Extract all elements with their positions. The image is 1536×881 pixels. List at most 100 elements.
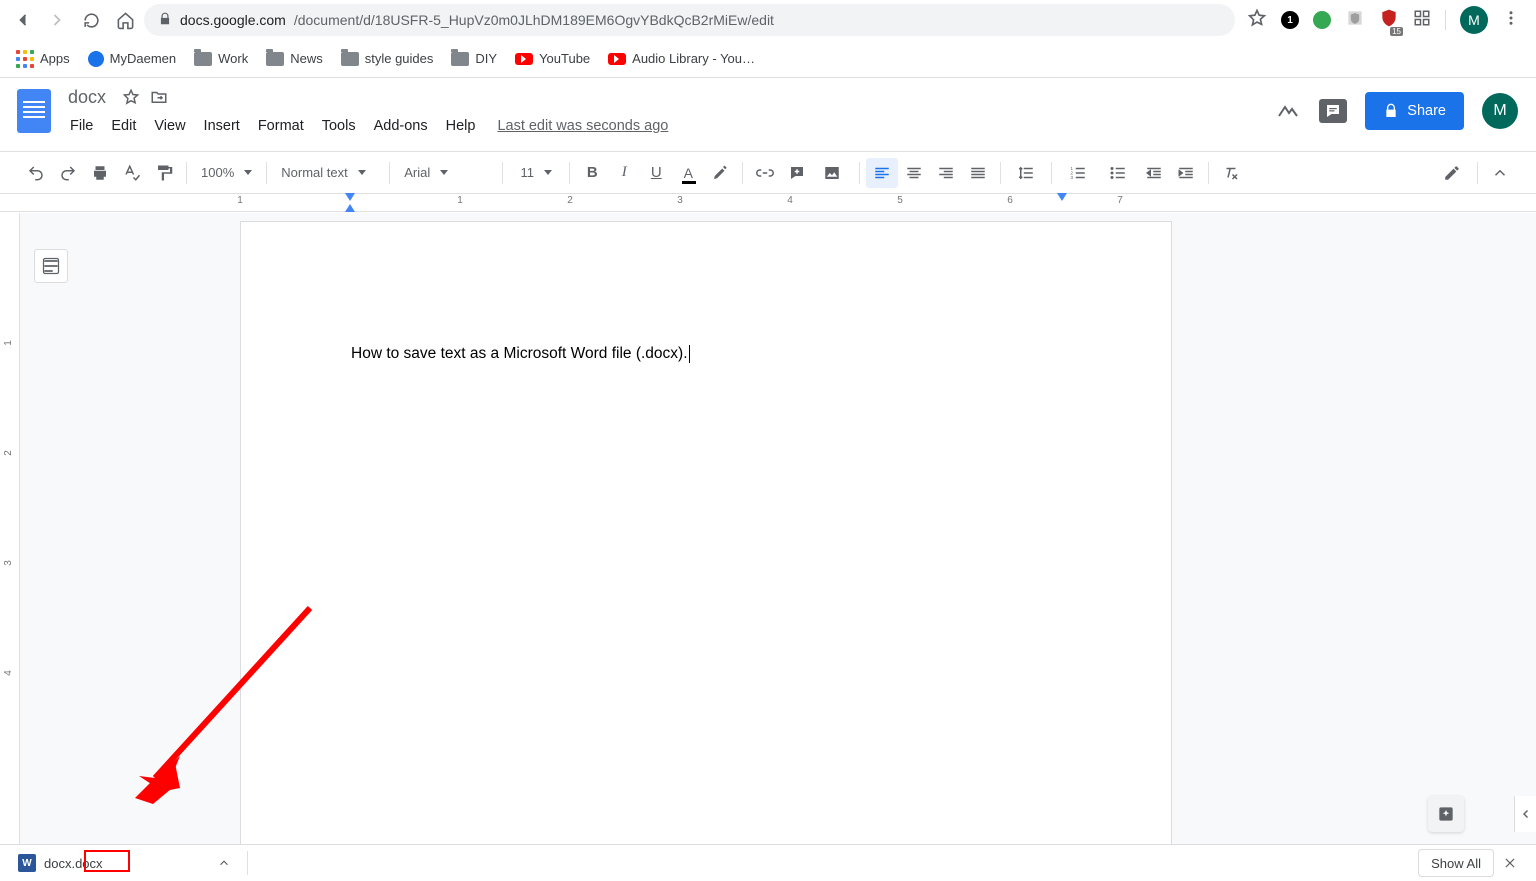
bookmark-youtube[interactable]: YouTube — [515, 51, 590, 66]
text-cursor — [689, 345, 690, 363]
download-options-button[interactable] — [211, 850, 237, 876]
undo-button[interactable] — [20, 158, 52, 188]
url-path: /document/d/18USFR-5_HupVz0m0JLhDM189EM6… — [294, 12, 774, 28]
separator — [1477, 162, 1478, 184]
bookmark-audio-library[interactable]: Audio Library - You… — [608, 51, 755, 66]
decrease-indent-button[interactable] — [1138, 158, 1170, 188]
formatting-toolbar: 100% Normal text Arial 11 B I U A 123 — [0, 152, 1536, 194]
line-spacing-button[interactable] — [1007, 158, 1045, 188]
nav-forward-button[interactable] — [42, 5, 72, 35]
youtube-icon — [608, 53, 626, 65]
show-side-panel-button[interactable] — [1514, 796, 1536, 832]
folder-icon — [194, 52, 212, 66]
menu-format[interactable]: Format — [250, 114, 312, 138]
download-item[interactable]: W docx.docx — [10, 848, 111, 878]
page[interactable]: How to save text as a Microsoft Word fil… — [240, 221, 1172, 844]
bulleted-list-button[interactable] — [1098, 158, 1138, 188]
share-button[interactable]: Share — [1365, 92, 1464, 130]
bookmark-diy[interactable]: DIY — [451, 51, 497, 66]
chrome-menu-icon[interactable] — [1502, 9, 1520, 32]
redo-button[interactable] — [52, 158, 84, 188]
nav-reload-button[interactable] — [76, 5, 106, 35]
bookmark-work[interactable]: Work — [194, 51, 248, 66]
extension-ublock-icon[interactable]: 15 — [1379, 8, 1399, 33]
profile-avatar[interactable]: M — [1460, 6, 1488, 34]
insert-comment-button[interactable] — [781, 158, 813, 188]
separator — [742, 162, 743, 184]
menu-insert[interactable]: Insert — [196, 114, 248, 138]
document-body[interactable]: How to save text as a Microsoft Word fil… — [241, 222, 1171, 365]
account-avatar[interactable]: M — [1482, 93, 1518, 129]
show-outline-button[interactable] — [34, 249, 68, 283]
spellcheck-button[interactable] — [116, 158, 148, 188]
horizontal-ruler[interactable]: 1 1 2 3 4 5 6 7 — [0, 194, 1536, 212]
nav-back-button[interactable] — [8, 5, 38, 35]
align-left-button[interactable] — [866, 158, 898, 188]
align-center-button[interactable] — [898, 158, 930, 188]
vertical-ruler[interactable]: 1 2 3 4 — [0, 213, 20, 844]
word-file-icon: W — [18, 854, 36, 872]
last-edit-link[interactable]: Last edit was seconds ago — [497, 118, 668, 134]
apps-shortcut[interactable]: Apps — [16, 50, 70, 68]
align-right-button[interactable] — [930, 158, 962, 188]
docs-header: docx File Edit View Insert Format Tools … — [0, 78, 1536, 152]
download-shelf: W docx.docx Show All — [0, 844, 1536, 881]
extension-dot-green[interactable] — [1313, 11, 1331, 29]
bookmark-mydaemen[interactable]: MyDaemen — [88, 51, 176, 67]
clear-formatting-button[interactable] — [1215, 158, 1247, 188]
menu-edit[interactable]: Edit — [103, 114, 144, 138]
activity-icon[interactable] — [1275, 98, 1301, 124]
font-family-select[interactable]: Arial — [396, 158, 496, 188]
indent-marker-bottom-icon[interactable] — [345, 204, 355, 212]
nav-home-button[interactable] — [110, 5, 140, 35]
bookmark-style-guides[interactable]: style guides — [341, 51, 434, 66]
docs-logo[interactable] — [14, 84, 54, 138]
document-canvas: 1 2 3 4 How to save text as a Microsoft … — [0, 213, 1536, 844]
menu-help[interactable]: Help — [438, 114, 484, 138]
bold-button[interactable]: B — [576, 158, 608, 188]
zoom-select[interactable]: 100% — [193, 158, 260, 188]
text-color-button[interactable]: A — [672, 158, 704, 188]
editing-mode-select[interactable] — [1437, 164, 1471, 182]
indent-marker-top-icon[interactable] — [345, 193, 355, 201]
font-size-select[interactable]: 11 — [509, 158, 563, 188]
separator — [186, 162, 187, 184]
insert-link-button[interactable] — [749, 158, 781, 188]
extension-badge-1[interactable]: 1 — [1281, 11, 1299, 29]
numbered-list-button[interactable]: 123 — [1058, 158, 1098, 188]
paint-format-button[interactable] — [148, 158, 180, 188]
divider — [1445, 10, 1446, 30]
chevron-down-icon — [440, 170, 448, 175]
move-folder-icon[interactable] — [150, 88, 168, 106]
increase-indent-button[interactable] — [1170, 158, 1202, 188]
expand-toolbar-button[interactable] — [1484, 158, 1516, 188]
show-all-downloads-button[interactable]: Show All — [1418, 849, 1494, 877]
extensions-list-icon[interactable] — [1413, 9, 1431, 32]
omnibox[interactable]: docs.google.com/document/d/18USFR-5_HupV… — [144, 4, 1235, 36]
highlight-button[interactable] — [704, 158, 736, 188]
explore-button[interactable] — [1428, 796, 1464, 832]
url-host: docs.google.com — [180, 12, 286, 28]
italic-button[interactable]: I — [608, 158, 640, 188]
comments-icon[interactable] — [1319, 99, 1347, 123]
menu-addons[interactable]: Add-ons — [366, 114, 436, 138]
lock-icon — [1383, 103, 1399, 119]
menu-file[interactable]: File — [62, 114, 101, 138]
paragraph-style-select[interactable]: Normal text — [273, 158, 383, 188]
insert-image-button[interactable] — [813, 158, 853, 188]
separator — [1000, 162, 1001, 184]
extension-shield-icon[interactable] — [1345, 8, 1365, 33]
document-title[interactable]: docx — [62, 85, 112, 110]
star-icon[interactable] — [122, 88, 140, 106]
bookmark-news[interactable]: News — [266, 51, 323, 66]
right-indent-marker-icon[interactable] — [1057, 193, 1067, 201]
menu-tools[interactable]: Tools — [314, 114, 364, 138]
underline-button[interactable]: U — [640, 158, 672, 188]
align-justify-button[interactable] — [962, 158, 994, 188]
menu-view[interactable]: View — [146, 114, 193, 138]
close-shelf-button[interactable] — [1494, 856, 1526, 870]
print-button[interactable] — [84, 158, 116, 188]
separator — [859, 162, 860, 184]
bookmark-star-icon[interactable] — [1247, 8, 1267, 33]
menu-bar: File Edit View Insert Format Tools Add-o… — [62, 112, 1275, 140]
